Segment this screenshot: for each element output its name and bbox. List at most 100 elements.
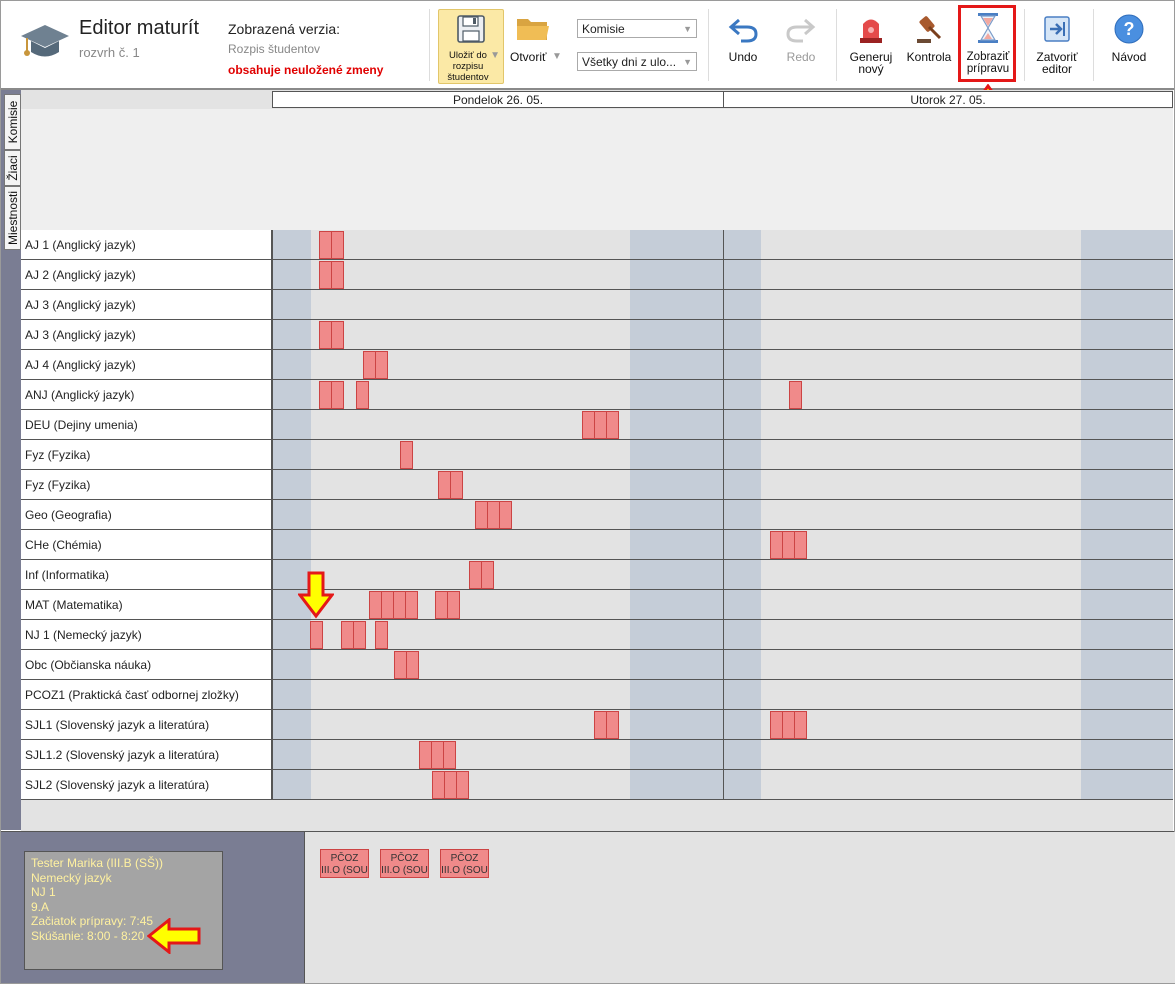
break-shade (724, 710, 761, 740)
save-dropdown-caret-icon[interactable]: ▼ (490, 50, 500, 62)
committee-label[interactable]: Geo (Geografia) (21, 500, 272, 530)
break-shade (724, 320, 761, 350)
exam-slot[interactable] (331, 261, 344, 289)
redo-label: Redo (786, 50, 816, 64)
committee-label[interactable]: NJ 1 (Nemecký jazyk) (21, 620, 272, 650)
break-shade (630, 440, 723, 470)
exam-slot[interactable] (443, 741, 456, 769)
unassigned-exam-chip[interactable]: PČOZ III.O (SOU (440, 849, 489, 878)
committee-label[interactable]: DEU (Dejiny umenia) (21, 410, 272, 440)
break-shade (724, 440, 761, 470)
break-shade (272, 710, 311, 740)
exam-slot[interactable] (310, 621, 323, 649)
save-to-schedule-button[interactable]: Uložiť do rozpisu študentov ▼ (438, 9, 504, 84)
generate-label: Generuj nový (849, 50, 893, 76)
break-shade (724, 350, 761, 380)
committee-label[interactable]: SJL2 (Slovenský jazyk a literatúra) (21, 770, 272, 800)
undo-button[interactable]: Undo (717, 13, 769, 73)
exam-slot[interactable] (789, 381, 802, 409)
day-divider (723, 380, 724, 410)
break-shade (272, 530, 311, 560)
committee-label[interactable]: AJ 1 (Anglický jazyk) (21, 230, 272, 260)
unassigned-exam-chip[interactable]: PČOZ III.O (SOU (320, 849, 369, 878)
break-shade (272, 290, 311, 320)
check-button[interactable]: Kontrola (902, 11, 956, 77)
break-shade (630, 620, 723, 650)
exam-slot[interactable] (606, 711, 619, 739)
break-shade (272, 620, 311, 650)
committee-label[interactable]: SJL1.2 (Slovenský jazyk a literatúra) (21, 740, 272, 770)
committee-label[interactable]: AJ 4 (Anglický jazyk) (21, 350, 272, 380)
exam-slot[interactable] (794, 711, 807, 739)
committee-label[interactable]: AJ 2 (Anglický jazyk) (21, 260, 272, 290)
version-name: Rozpis študentov (228, 42, 321, 56)
tab-committees[interactable]: Komisie (4, 94, 21, 150)
break-shade (724, 590, 761, 620)
committee-label[interactable]: AJ 3 (Anglický jazyk) (21, 290, 272, 320)
committee-label[interactable]: Fyz (Fyzika) (21, 470, 272, 500)
tab-rooms[interactable]: Miestnosti (4, 186, 21, 250)
tab-students[interactable]: Žiaci (4, 150, 21, 186)
day-divider (723, 290, 724, 320)
redo-button[interactable]: Redo (775, 13, 827, 73)
day-divider (723, 230, 724, 260)
exam-slot[interactable] (331, 381, 344, 409)
down-arrow-icon (298, 571, 334, 619)
exam-slot[interactable] (606, 411, 619, 439)
schedule-name: rozvrh č. 1 (79, 45, 140, 60)
exam-slot[interactable] (481, 561, 494, 589)
exam-slot[interactable] (794, 531, 807, 559)
table-row: NJ 1 (Nemecký jazyk) (21, 620, 1173, 650)
committee-label[interactable]: PCOZ1 (Praktická časť odbornej zložky) (21, 680, 272, 710)
day-divider (272, 710, 273, 740)
break-shade (630, 680, 723, 710)
committee-label[interactable]: Fyz (Fyzika) (21, 440, 272, 470)
day-divider (272, 320, 273, 350)
table-row: PCOZ1 (Praktická časť odbornej zložky) (21, 680, 1173, 710)
exam-slot[interactable] (405, 591, 418, 619)
generate-new-button[interactable]: Generuj nový (843, 11, 899, 77)
exam-slot[interactable] (375, 621, 388, 649)
chip-line1: PČOZ (450, 853, 479, 864)
exam-slot[interactable] (456, 771, 469, 799)
break-shade (724, 470, 761, 500)
committee-filter-select[interactable]: Komisie ▼ (577, 19, 697, 38)
exam-slot[interactable] (331, 231, 344, 259)
exam-slot[interactable] (356, 381, 369, 409)
check-label: Kontrola (906, 50, 952, 64)
svg-text:?: ? (1124, 19, 1135, 39)
committee-label[interactable]: ANJ (Anglický jazyk) (21, 380, 272, 410)
committee-label[interactable]: SJL1 (Slovenský jazyk a literatúra) (21, 710, 272, 740)
committee-label[interactable]: Inf (Informatika) (21, 560, 272, 590)
exam-slot[interactable] (499, 501, 512, 529)
day-filter-select[interactable]: Všetky dni z ulo... ▼ (577, 52, 697, 71)
exam-slot[interactable] (447, 591, 460, 619)
exam-slot[interactable] (400, 441, 413, 469)
close-editor-button[interactable]: Zatvoriť editor (1029, 11, 1085, 77)
open-dropdown-caret-icon[interactable]: ▼ (552, 51, 562, 63)
day-header-monday: Pondelok 26. 05. (272, 91, 724, 108)
exam-slot[interactable] (406, 651, 419, 679)
open-button[interactable]: Otvoriť ▼ (507, 11, 563, 77)
break-shade (630, 260, 723, 290)
exam-slot[interactable] (331, 321, 344, 349)
exam-slot[interactable] (353, 621, 366, 649)
unassigned-exam-chip[interactable]: PČOZ III.O (SOU (380, 849, 429, 878)
committee-label[interactable]: AJ 3 (Anglický jazyk) (21, 320, 272, 350)
break-shade (724, 380, 761, 410)
break-shade (630, 650, 723, 680)
table-row: AJ 4 (Anglický jazyk) (21, 350, 1173, 380)
committee-label[interactable]: CHe (Chémia) (21, 530, 272, 560)
day-divider (723, 320, 724, 350)
day-divider (272, 530, 273, 560)
exam-slot[interactable] (375, 351, 388, 379)
committee-label[interactable]: MAT (Matematika) (21, 590, 272, 620)
exam-slot[interactable] (450, 471, 463, 499)
floppy-disk-icon (457, 15, 485, 43)
help-button[interactable]: ? Návod (1101, 11, 1157, 77)
break-shade (272, 350, 311, 380)
committee-label[interactable]: Obc (Občianska náuka) (21, 650, 272, 680)
day-divider (723, 680, 724, 710)
break-shade (630, 410, 723, 440)
day-divider (272, 260, 273, 290)
